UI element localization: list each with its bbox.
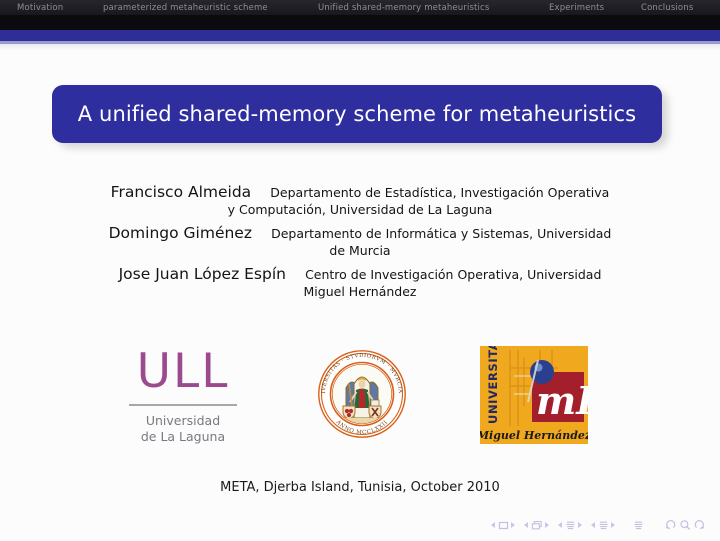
header-fade-band: [0, 44, 720, 50]
venue-footer: META, Djerba Island, Tunisia, October 20…: [220, 480, 500, 495]
nav-item-parameterized-metaheuristic-scheme[interactable]: parameterized metaheuristic scheme: [103, 3, 268, 13]
author-name: Jose Juan López Espín: [118, 265, 286, 283]
nav-item-experiments[interactable]: Experiments: [549, 3, 604, 13]
author-affiliation: Centro de Investigación Operativa, Unive…: [305, 267, 602, 282]
forward-icon[interactable]: [694, 519, 706, 531]
author-affiliation-continued: de Murcia: [329, 243, 391, 258]
page-title: A unified shared-memory scheme for metah…: [77, 102, 637, 126]
ull-logo: ULL Universidad de La Laguna: [124, 344, 242, 450]
author-affiliation-continued-row: de Murcia: [0, 243, 720, 260]
murcia-seal-svg: VNIVERSITAS · STVDIORVM · MVRCIANA ANNO …: [313, 344, 406, 438]
header-blue-band: [0, 30, 720, 41]
nav-item-unified-shared-memory-metaheuristics[interactable]: Unified shared-memory metaheuristics: [318, 3, 489, 13]
section-icon[interactable]: [598, 520, 609, 531]
subsection-navigation-group[interactable]: [558, 520, 582, 531]
next-section-icon[interactable]: [611, 522, 615, 528]
beamer-navigation-symbols: [491, 519, 706, 531]
author-affiliation-continued-row: Miguel Hernández: [0, 284, 720, 301]
ull-logo-subtitle: Universidad de La Laguna: [124, 413, 242, 445]
umh-logo-svg: UNIVERSITAS mH Miguel Hernández: [480, 346, 588, 444]
nav-item-motivation[interactable]: Motivation: [17, 3, 63, 13]
slide-icon[interactable]: [498, 520, 509, 531]
subsection-icon[interactable]: [565, 520, 576, 531]
next-frame-icon[interactable]: [545, 522, 549, 528]
section-navigation-bar: Motivation parameterized metaheuristic s…: [0, 0, 720, 15]
title-box: A unified shared-memory scheme for metah…: [52, 85, 662, 143]
frame-icon[interactable]: [531, 520, 543, 531]
back-icon[interactable]: [664, 519, 676, 531]
author-affiliation-continued: Miguel Hernández: [303, 284, 417, 299]
slide-navigation-group[interactable]: [491, 520, 515, 531]
previous-subsection-icon[interactable]: [558, 522, 562, 528]
next-slide-icon[interactable]: [511, 522, 515, 528]
previous-frame-icon[interactable]: [524, 522, 528, 528]
nav-item-conclusions[interactable]: Conclusions: [641, 3, 693, 13]
author-affiliation: Departamento de Informática y Sistemas, …: [271, 226, 612, 241]
ull-wordmark: ULL: [136, 344, 230, 399]
ull-divider-rule: [129, 404, 237, 406]
author-row: Domingo Giménez Departamento de Informát…: [0, 223, 720, 243]
header-black-band: [0, 15, 720, 30]
author-row: Francisco Almeida Departamento de Estadí…: [0, 182, 720, 202]
author-name: Domingo Giménez: [108, 224, 252, 242]
author-row: Jose Juan López Espín Centro de Investig…: [0, 264, 720, 284]
svg-text:UNIVERSITAS: UNIVERSITAS: [486, 346, 500, 424]
author-name: Francisco Almeida: [110, 183, 252, 201]
document-icon[interactable]: [633, 520, 644, 531]
author-affiliation-continued: y Computación, Universidad de La Laguna: [227, 202, 493, 217]
document-navigation-group[interactable]: [633, 520, 644, 531]
previous-section-icon[interactable]: [591, 522, 595, 528]
section-navigation-group[interactable]: [591, 520, 615, 531]
universidad-miguel-hernandez-logo: UNIVERSITAS mH Miguel Hernández: [480, 346, 588, 444]
svg-text:Miguel Hernández: Miguel Hernández: [480, 429, 588, 442]
previous-slide-icon[interactable]: [491, 522, 495, 528]
author-affiliation: Departamento de Estadística, Investigaci…: [270, 185, 610, 200]
author-affiliation-continued-row: y Computación, Universidad de La Laguna: [0, 202, 720, 219]
svg-text:mH: mH: [536, 378, 588, 423]
next-subsection-icon[interactable]: [578, 522, 582, 528]
history-navigation-group[interactable]: [664, 519, 706, 531]
search-icon[interactable]: [679, 519, 691, 531]
ull-subtitle-line-2: de La Laguna: [140, 429, 226, 444]
logo-row: ULL Universidad de La Laguna VNIVERSITAS…: [0, 338, 720, 458]
universidad-de-murcia-seal: VNIVERSITAS · STVDIORVM · MVRCIANA ANNO …: [313, 344, 408, 440]
frame-navigation-group[interactable]: [524, 520, 549, 531]
ull-subtitle-line-1: Universidad: [145, 413, 221, 428]
